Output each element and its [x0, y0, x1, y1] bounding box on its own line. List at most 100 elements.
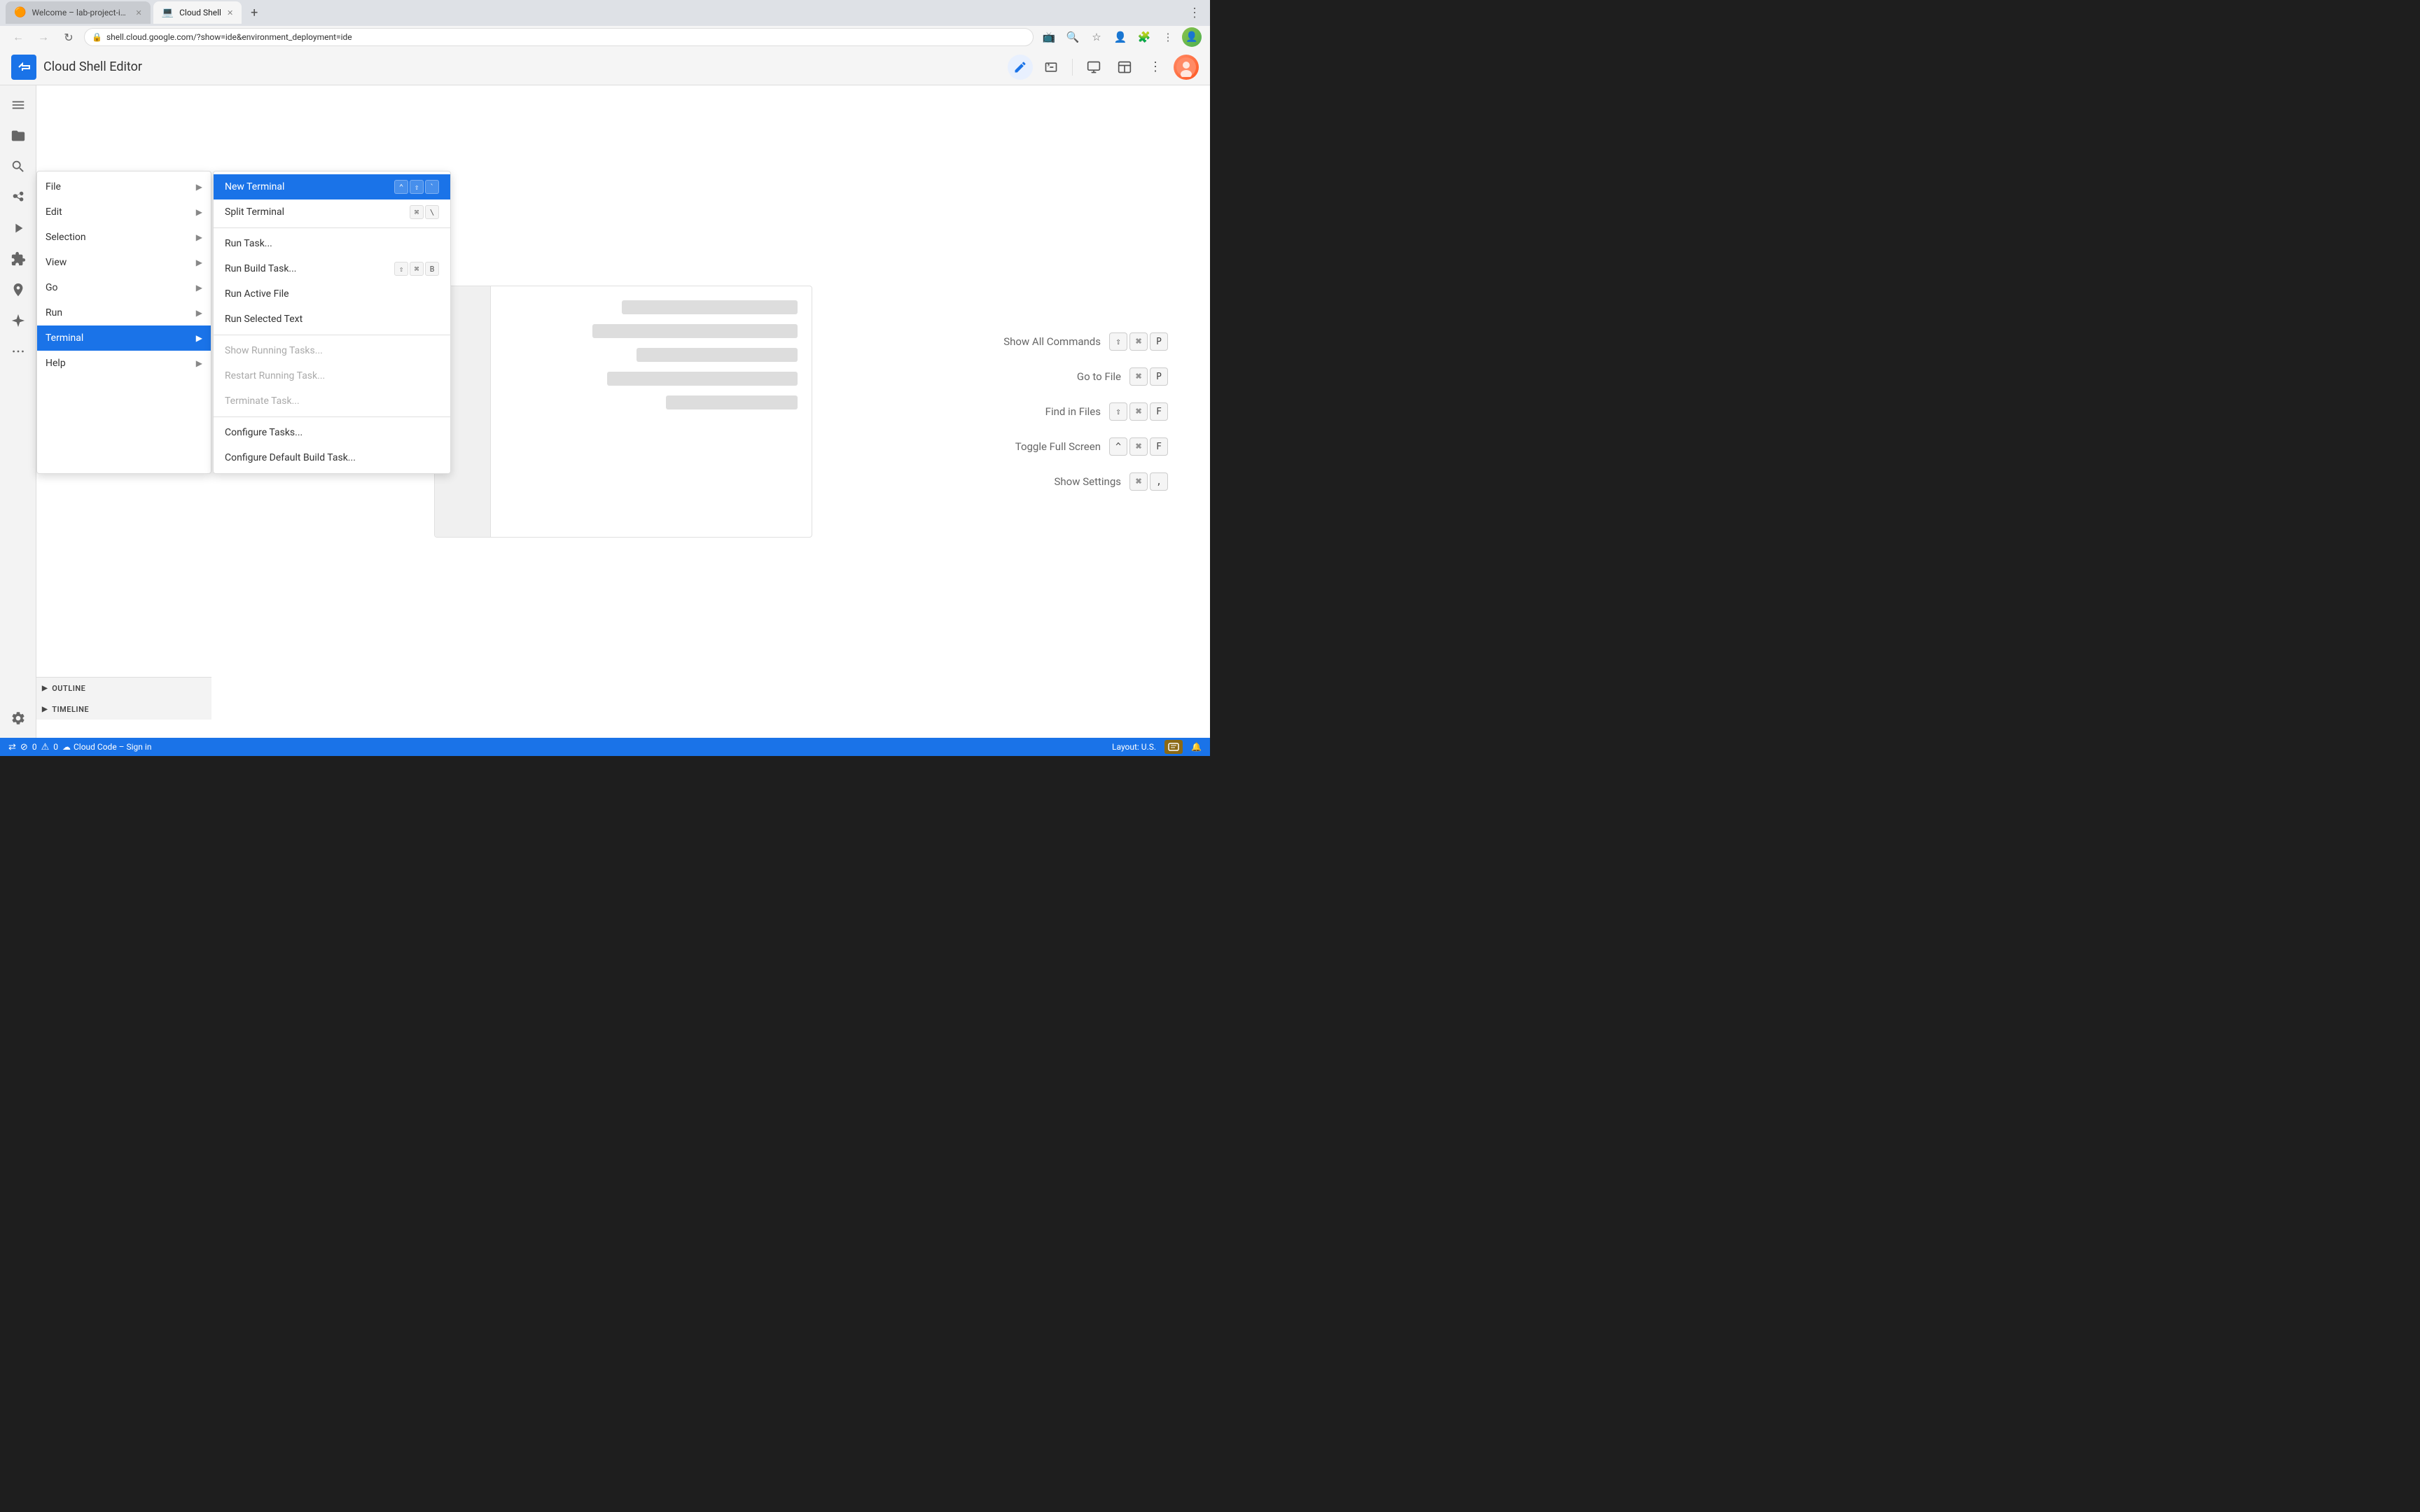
menu-item-help[interactable]: Help ▶ [37, 351, 211, 376]
submenu-run-task[interactable]: Run Task... [214, 231, 450, 256]
activity-run-debug[interactable] [4, 214, 32, 242]
sketch-line-4 [607, 372, 798, 386]
back-button[interactable]: ← [8, 27, 28, 47]
tab-cloudshell[interactable]: 💻 Cloud Shell ✕ [153, 1, 242, 24]
tab-welcome-title: Welcome – lab-project-id-e... [32, 8, 130, 18]
menu-arrow-selection: ▶ [196, 232, 202, 242]
profile-avatar[interactable]: 👤 [1182, 27, 1202, 47]
sketch-line-3 [637, 348, 798, 362]
menu-item-run[interactable]: Run ▶ [37, 300, 211, 326]
edit-mode-button[interactable] [1008, 55, 1033, 80]
remote-indicator[interactable]: ⇄ [8, 742, 16, 752]
tab-cloudshell-close[interactable]: ✕ [227, 8, 233, 18]
menu-item-go-label: Go [46, 282, 190, 293]
new-tab-button[interactable]: + [244, 3, 264, 22]
submenu-run-build-task[interactable]: Run Build Task... ⇧ ⌘ B [214, 256, 450, 281]
primary-menu: File ▶ Edit ▶ Selection ▶ View ▶ Go ▶ [36, 171, 211, 474]
submenu-run-task-label: Run Task... [225, 238, 439, 249]
shortcut-go-to-file: Go to File ⌘ P [1003, 368, 1168, 386]
key-shift-new-term: ⇧ [410, 180, 424, 194]
browser-chrome: 🟠 Welcome – lab-project-id-e... ✕ 💻 Clou… [0, 0, 1210, 49]
menu-item-go[interactable]: Go ▶ [37, 275, 211, 300]
activity-extensions[interactable] [4, 245, 32, 273]
menu-item-file[interactable]: File ▶ [37, 174, 211, 200]
keyboard-layout-icon[interactable] [1164, 740, 1183, 754]
activity-gemini[interactable] [4, 307, 32, 335]
submenu-restart-running-task-label: Restart Running Task... [225, 370, 439, 382]
key-cmd-split: ⌘ [410, 205, 424, 219]
lock-icon: 🔒 [92, 32, 102, 42]
terminal-mode-button[interactable] [1038, 55, 1064, 80]
shortcut-show-settings: Show Settings ⌘ , [1003, 472, 1168, 491]
activity-cloud-code[interactable] [4, 276, 32, 304]
cloud-code-indicator[interactable]: ☁ Cloud Code – Sign in [62, 742, 151, 752]
tab-welcome-close[interactable]: ✕ [135, 8, 141, 18]
submenu-split-terminal[interactable]: Split Terminal ⌘ \ [214, 200, 450, 225]
error-count: 0 [32, 742, 37, 752]
key-shift-build: ⇧ [394, 262, 408, 276]
key-p: P [1150, 332, 1168, 351]
submenu-new-terminal[interactable]: New Terminal ⌃ ⇧ ` [214, 174, 450, 200]
submenu-run-selected-text-label: Run Selected Text [225, 314, 439, 325]
layout-button[interactable] [1112, 55, 1137, 80]
outline-arrow: ▶ [42, 685, 48, 692]
bookmark-icon[interactable]: ☆ [1087, 27, 1106, 47]
submenu-run-active-file[interactable]: Run Active File [214, 281, 450, 307]
cast-icon[interactable]: 📺 [1039, 27, 1059, 47]
app-title: Cloud Shell Editor [43, 59, 142, 74]
key-cmd-2: ⌘ [1129, 368, 1148, 386]
shortcut-label-show-all: Show All Commands [1003, 335, 1101, 348]
activity-search[interactable] [4, 153, 32, 181]
submenu-run-build-task-shortcut: ⇧ ⌘ B [394, 262, 439, 276]
status-bar: ⇄ ⊘ 0 ⚠ 0 ☁ Cloud Code – Sign in Layout:… [0, 738, 1210, 756]
outline-label: OUTLINE [52, 684, 85, 693]
layout-indicator[interactable]: Layout: U.S. [1112, 742, 1156, 752]
menu-item-edit[interactable]: Edit ▶ [37, 200, 211, 225]
activity-source-control[interactable] [4, 183, 32, 211]
forward-button[interactable]: → [34, 27, 53, 47]
activity-settings[interactable] [4, 704, 32, 732]
key-cmd-3: ⌘ [1129, 402, 1148, 421]
tab-cloudshell-title: Cloud Shell [179, 8, 221, 18]
timeline-label: TIMELINE [52, 705, 89, 714]
three-dots-icon[interactable]: ⋮ [1158, 27, 1178, 47]
key-p-2: P [1150, 368, 1168, 386]
menu-item-selection[interactable]: Selection ▶ [37, 225, 211, 250]
preview-button[interactable] [1081, 55, 1106, 80]
address-bar[interactable]: 🔒 shell.cloud.google.com/?show=ide&envir… [84, 28, 1034, 46]
warning-count: 0 [53, 742, 58, 752]
key-cmd-build: ⌘ [410, 262, 424, 276]
browser-nav-icons: 📺 🔍 ☆ 👤 🧩 ⋮ 👤 [1039, 27, 1202, 47]
shortcut-keys-find: ⇧ ⌘ F [1109, 402, 1168, 421]
search-lens-icon[interactable]: 🔍 [1063, 27, 1083, 47]
shortcut-keys-go-to-file: ⌘ P [1129, 368, 1168, 386]
key-cmd-5: ⌘ [1129, 472, 1148, 491]
user-avatar[interactable] [1174, 55, 1199, 80]
submenu-run-selected-text[interactable]: Run Selected Text [214, 307, 450, 332]
extensions-nav-icon[interactable]: 🧩 [1134, 27, 1154, 47]
notification-bell[interactable]: 🔔 [1191, 742, 1202, 752]
navigation-bar: ← → ↻ 🔒 shell.cloud.google.com/?show=ide… [0, 26, 1210, 49]
submenu-new-terminal-shortcut: ⌃ ⇧ ` [394, 180, 439, 194]
shortcut-show-all-commands: Show All Commands ⇧ ⌘ P [1003, 332, 1168, 351]
browser-menu-button[interactable]: ⋮ [1185, 3, 1204, 22]
reload-button[interactable]: ↻ [59, 27, 78, 47]
shortcut-label-settings: Show Settings [1055, 475, 1122, 488]
submenu-configure-tasks[interactable]: Configure Tasks... [214, 420, 450, 445]
more-options-button[interactable]: ⋮ [1143, 55, 1168, 80]
menu-item-terminal[interactable]: Terminal ▶ [37, 326, 211, 351]
sketch-main [491, 286, 812, 537]
activity-more[interactable] [4, 337, 32, 365]
tab-welcome[interactable]: 🟠 Welcome – lab-project-id-e... ✕ [6, 1, 151, 24]
submenu-restart-running-task: Restart Running Task... [214, 363, 450, 388]
submenu-run-active-file-label: Run Active File [225, 288, 439, 300]
profile-icon[interactable]: 👤 [1111, 27, 1130, 47]
outline-panel-header[interactable]: ▶ OUTLINE [36, 678, 211, 699]
activity-files[interactable] [4, 122, 32, 150]
sketch-line-2 [592, 324, 798, 338]
timeline-panel-header[interactable]: ▶ TIMELINE [36, 699, 211, 720]
menu-item-view[interactable]: View ▶ [37, 250, 211, 275]
activity-menu[interactable] [4, 91, 32, 119]
submenu-split-terminal-label: Split Terminal [225, 206, 410, 218]
submenu-configure-default-build-task[interactable]: Configure Default Build Task... [214, 445, 450, 470]
